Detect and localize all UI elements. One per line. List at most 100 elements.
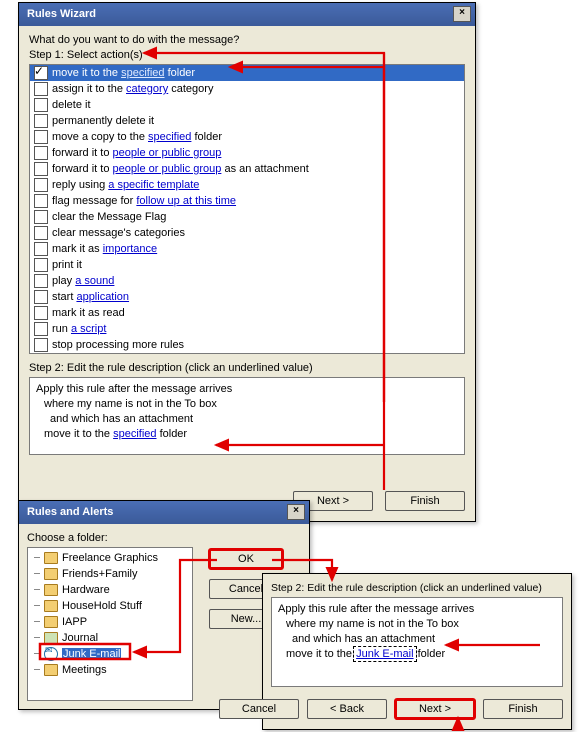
desc-line: move it to the specified folder — [36, 427, 458, 442]
tree-item[interactable]: HouseHold Stuff — [30, 598, 190, 614]
action-row[interactable]: reply using a specific template — [30, 177, 464, 193]
action-text: reply using a specific template — [52, 179, 199, 191]
action-link[interactable]: specified — [121, 67, 164, 79]
desc-line: move it to the Junk E-mail folder — [278, 647, 556, 662]
action-text: clear message's categories — [52, 227, 185, 239]
action-link[interactable]: people or public group — [113, 163, 222, 175]
action-row[interactable]: assign it to the category category — [30, 81, 464, 97]
action-row[interactable]: print it — [30, 257, 464, 273]
tree-item[interactable]: Meetings — [30, 662, 190, 678]
finish-button[interactable]: Finish — [483, 699, 563, 719]
action-link[interactable]: a script — [71, 323, 106, 335]
action-text: start application — [52, 291, 129, 303]
checkbox[interactable] — [34, 130, 48, 144]
action-row[interactable]: move a copy to the specified folder — [30, 129, 464, 145]
ok-button[interactable]: OK — [209, 549, 283, 569]
checkbox[interactable] — [34, 162, 48, 176]
tree-item[interactable]: Journal — [30, 630, 190, 646]
junk-email-icon — [44, 647, 58, 661]
action-row[interactable]: play a sound — [30, 273, 464, 289]
action-row[interactable]: stop processing more rules — [30, 337, 464, 353]
folder-label: Hardware — [62, 584, 110, 596]
action-text: mark it as read — [52, 307, 125, 319]
folder-label: IAPP — [62, 616, 87, 628]
desc-line: where my name is not in the To box — [278, 617, 556, 632]
step2-label: Step 2: Edit the rule description (click… — [29, 362, 465, 374]
checkbox[interactable] — [34, 210, 48, 224]
action-text: mark it as importance — [52, 243, 157, 255]
checkbox[interactable] — [34, 242, 48, 256]
action-link[interactable]: people or public group — [113, 147, 222, 159]
tree-item[interactable]: Junk E-mail — [30, 646, 190, 662]
checkbox[interactable] — [34, 290, 48, 304]
finish-button[interactable]: Finish — [385, 491, 465, 511]
folder-label: Journal — [62, 632, 98, 644]
checkbox[interactable] — [34, 322, 48, 336]
checkbox[interactable] — [34, 274, 48, 288]
checkbox[interactable] — [34, 338, 48, 352]
action-row[interactable]: forward it to people or public group — [30, 145, 464, 161]
folder-icon — [44, 616, 58, 628]
folder-tree[interactable]: Freelance Graphics Friends+Family Hardware… — [27, 547, 193, 701]
action-row[interactable]: clear the Message Flag — [30, 209, 464, 225]
specified-link[interactable]: specified — [113, 428, 156, 440]
titlebar: Rules and Alerts × — [19, 501, 309, 524]
action-row[interactable]: forward it to people or public group as … — [30, 161, 464, 177]
action-link[interactable]: a sound — [75, 275, 114, 287]
action-row[interactable]: delete it — [30, 97, 464, 113]
desc-line: where my name is not in the To box — [36, 397, 458, 412]
folder-label: HouseHold Stuff — [62, 600, 142, 612]
action-link[interactable]: follow up at this time — [136, 195, 236, 207]
rules-wizard-window: Rules Wizard × What do you want to do wi… — [18, 2, 476, 522]
action-link[interactable]: application — [76, 291, 129, 303]
cancel-button[interactable]: Cancel — [219, 699, 299, 719]
action-row[interactable]: run a script — [30, 321, 464, 337]
desc-line: and which has an attachment — [278, 632, 556, 647]
checkbox[interactable] — [34, 226, 48, 240]
checkbox[interactable] — [34, 258, 48, 272]
tree-item[interactable]: IAPP — [30, 614, 190, 630]
checkbox[interactable] — [34, 306, 48, 320]
close-icon[interactable]: × — [453, 6, 471, 22]
action-row[interactable]: mark it as read — [30, 305, 464, 321]
action-row[interactable]: move it to the specified folder — [30, 65, 464, 81]
action-link[interactable]: category — [126, 83, 168, 95]
step2-header: Step 2: Edit the rule description (click… — [271, 582, 563, 594]
tree-item[interactable]: Hardware — [30, 582, 190, 598]
junk-email-link[interactable]: Junk E-mail — [355, 648, 414, 660]
journal-icon — [44, 632, 58, 644]
back-button[interactable]: < Back — [307, 699, 387, 719]
close-icon[interactable]: × — [287, 504, 305, 520]
action-text: print it — [52, 259, 82, 271]
checkbox[interactable] — [34, 98, 48, 112]
tree-item[interactable]: Freelance Graphics — [30, 550, 190, 566]
action-row[interactable]: mark it as importance — [30, 241, 464, 257]
actions-list[interactable]: move it to the specified folder assign it… — [29, 64, 465, 354]
action-link[interactable]: a specific template — [108, 179, 199, 191]
action-row[interactable]: permanently delete it — [30, 113, 464, 129]
action-text: stop processing more rules — [52, 339, 184, 351]
action-text: forward it to people or public group as … — [52, 163, 309, 175]
action-row[interactable]: flag message for follow up at this time — [30, 193, 464, 209]
action-link[interactable]: importance — [103, 243, 157, 255]
action-text: flag message for follow up at this time — [52, 195, 236, 207]
action-text: clear the Message Flag — [52, 211, 166, 223]
window-title: Rules Wizard — [27, 8, 96, 20]
action-row[interactable]: clear message's categories — [30, 225, 464, 241]
checkbox[interactable] — [34, 66, 48, 80]
window-title: Rules and Alerts — [27, 506, 113, 518]
action-text: move a copy to the specified folder — [52, 131, 222, 143]
tree-item[interactable]: Friends+Family — [30, 566, 190, 582]
action-text: move it to the specified folder — [52, 67, 195, 79]
next-button[interactable]: Next > — [395, 699, 475, 719]
action-row[interactable]: start application — [30, 289, 464, 305]
checkbox[interactable] — [34, 178, 48, 192]
checkbox[interactable] — [34, 114, 48, 128]
action-link[interactable]: specified — [148, 131, 191, 143]
desc-line: Apply this rule after the message arrive… — [36, 382, 458, 397]
question-text: What do you want to do with the message? — [29, 34, 465, 46]
folder-label: Friends+Family — [62, 568, 138, 580]
checkbox[interactable] — [34, 194, 48, 208]
checkbox[interactable] — [34, 146, 48, 160]
checkbox[interactable] — [34, 82, 48, 96]
